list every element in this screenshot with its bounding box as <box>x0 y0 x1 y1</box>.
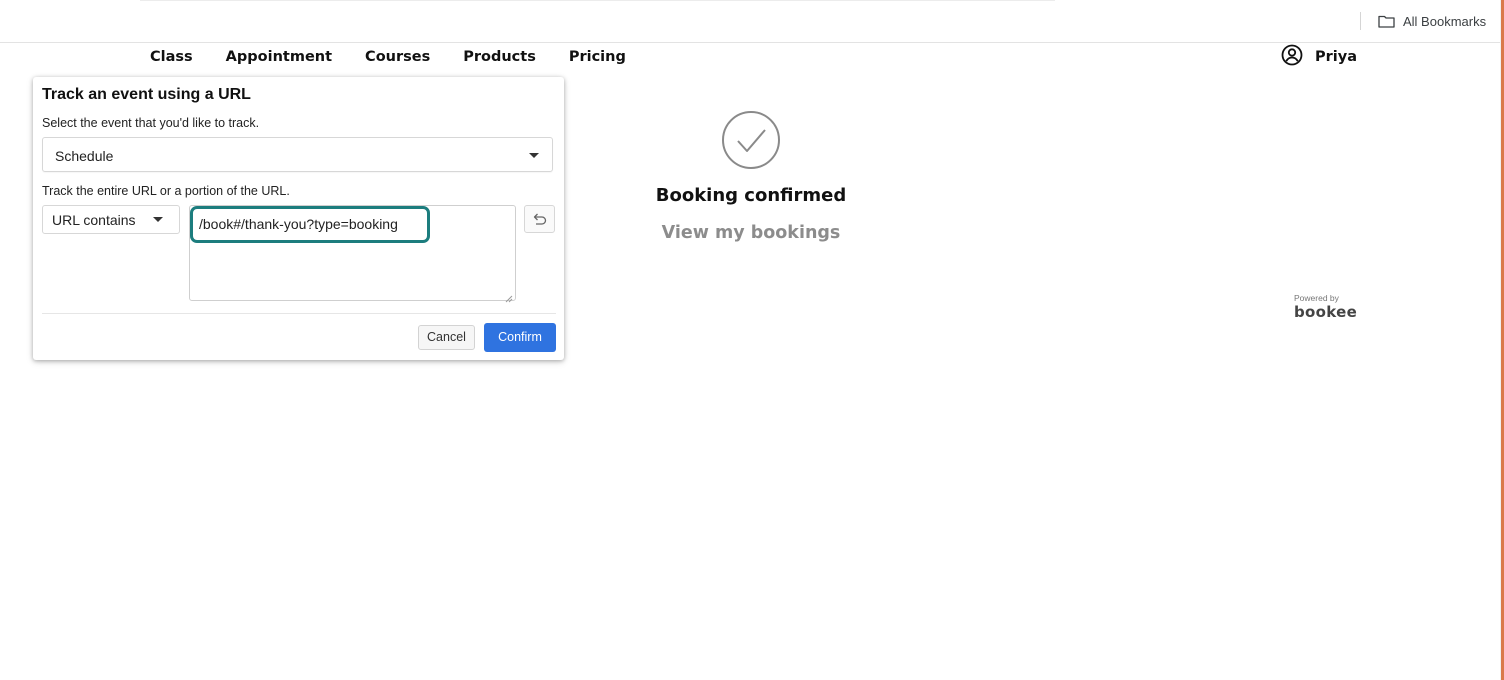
all-bookmarks-label: All Bookmarks <box>1403 13 1487 29</box>
all-bookmarks-button[interactable]: All Bookmarks <box>1378 12 1486 30</box>
chevron-down-icon <box>153 217 163 222</box>
nav-item-appointment[interactable]: Appointment <box>226 49 332 65</box>
powered-by-label: Powered by <box>1294 293 1339 303</box>
bookmarks-separator <box>1360 12 1361 30</box>
undo-icon <box>533 213 547 225</box>
url-match-type-value: URL contains <box>52 212 136 228</box>
site-nav: Class Appointment Courses Products Prici… <box>150 47 626 67</box>
bookmarks-bar: All Bookmarks <box>0 0 1500 43</box>
powered-by-badge: Powered by bookee <box>1294 293 1374 321</box>
url-pattern-value: /book#/thank-you?type=booking <box>199 216 398 232</box>
dialog-title: Track an event using a URL <box>42 86 251 103</box>
url-match-label: Track the entire URL or a portion of the… <box>42 184 290 198</box>
folder-icon <box>1378 14 1395 28</box>
undo-button[interactable] <box>524 205 555 233</box>
view-my-bookings-link[interactable]: View my bookings <box>600 223 902 243</box>
event-select-value: Schedule <box>55 148 114 164</box>
cancel-button[interactable]: Cancel <box>418 325 475 350</box>
dialog-divider <box>42 313 556 314</box>
bookmarks-divider <box>140 0 1055 1</box>
user-name: Priya <box>1315 49 1357 65</box>
user-menu[interactable]: Priya <box>1281 44 1357 70</box>
nav-item-courses[interactable]: Courses <box>365 49 430 65</box>
nav-item-class[interactable]: Class <box>150 49 193 65</box>
event-select[interactable]: Schedule <box>42 137 553 172</box>
url-match-type-select[interactable]: URL contains <box>42 205 180 234</box>
user-account-icon <box>1281 44 1303 70</box>
booking-confirmed-title: Booking confirmed <box>655 185 847 206</box>
page: All Bookmarks Class Appointment Courses … <box>0 0 1504 680</box>
nav-item-pricing[interactable]: Pricing <box>569 49 626 65</box>
nav-item-products[interactable]: Products <box>463 49 536 65</box>
event-select-label: Select the event that you'd like to trac… <box>42 116 260 130</box>
chevron-down-icon <box>529 153 539 158</box>
bookee-logo: bookee <box>1294 303 1358 321</box>
check-circle-icon <box>721 110 781 170</box>
confirm-button[interactable]: Confirm <box>484 323 556 352</box>
track-event-dialog: Track an event using a URL Select the ev… <box>33 77 564 360</box>
textarea-resize-handle[interactable] <box>505 290 513 308</box>
